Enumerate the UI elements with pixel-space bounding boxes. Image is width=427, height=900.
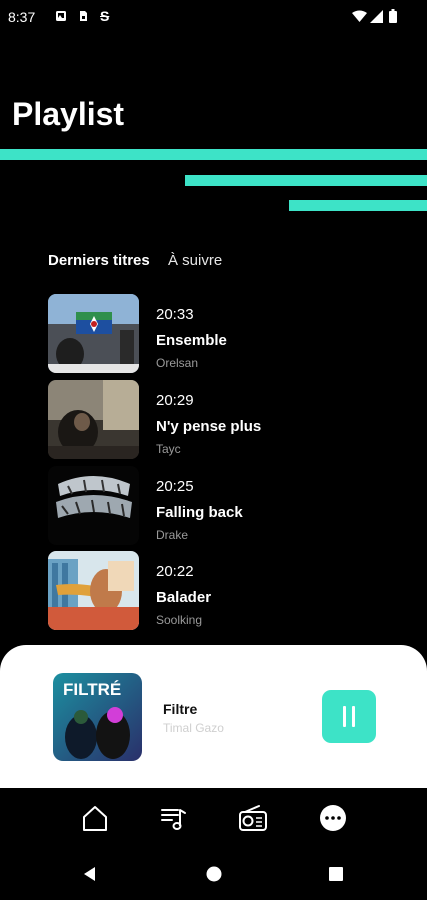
strikethrough-s-icon: S bbox=[100, 8, 110, 24]
track-title: N'y pense plus bbox=[156, 418, 262, 435]
now-playing-title: Filtre bbox=[163, 701, 198, 717]
tab-derniers-titres[interactable]: Derniers titres bbox=[48, 252, 150, 269]
recents-icon[interactable] bbox=[329, 867, 343, 881]
bottom-nav bbox=[0, 788, 427, 850]
album-cover-ensemble bbox=[48, 294, 139, 373]
list-item[interactable]: 20:29 N'y pense plus Tayc bbox=[48, 380, 408, 466]
album-cover-ny-pense-plus bbox=[48, 380, 139, 459]
track-time: 20:25 bbox=[156, 478, 194, 495]
back-icon[interactable] bbox=[82, 866, 98, 882]
battery-icon bbox=[389, 9, 397, 23]
track-time: 20:22 bbox=[156, 563, 194, 580]
pause-icon-bar bbox=[352, 706, 355, 727]
track-time: 20:29 bbox=[156, 392, 194, 409]
now-playing-card[interactable]: FILTRÉ Filtre Timal Gazo bbox=[0, 645, 427, 788]
nav-home[interactable] bbox=[79, 802, 111, 834]
home-icon bbox=[83, 806, 107, 831]
playlist-music-icon bbox=[161, 809, 186, 830]
track-artist: Soolking bbox=[156, 613, 203, 627]
page-title: Playlist bbox=[12, 96, 125, 132]
nav-more[interactable] bbox=[317, 802, 349, 834]
track-time: 20:33 bbox=[156, 306, 194, 323]
more-icon bbox=[320, 805, 346, 831]
pause-icon bbox=[343, 706, 346, 727]
status-bar: 8:37 S bbox=[0, 0, 427, 36]
track-title: Falling back bbox=[156, 504, 243, 521]
pause-button[interactable] bbox=[322, 690, 376, 743]
track-title: Ensemble bbox=[156, 332, 227, 349]
accent-stripe-1 bbox=[0, 149, 427, 160]
list-item[interactable]: 20:22 Balader Soolking bbox=[48, 551, 408, 637]
list-item[interactable]: 20:33 Ensemble Orelsan bbox=[48, 294, 408, 380]
album-cover-balader bbox=[48, 551, 139, 630]
sim-card-icon bbox=[80, 11, 87, 21]
radio-icon bbox=[239, 805, 267, 831]
now-playing-cover-text: FILTRÉ bbox=[63, 680, 121, 699]
accent-stripe-2 bbox=[185, 175, 427, 186]
list-item[interactable]: 20:25 Falling back Drake bbox=[48, 466, 408, 552]
album-cover-falling-back bbox=[48, 466, 139, 545]
status-time: 8:37 bbox=[8, 9, 36, 25]
tab-a-suivre[interactable]: À suivre bbox=[168, 252, 222, 269]
track-artist: Tayc bbox=[156, 442, 181, 456]
track-artist: Drake bbox=[156, 528, 189, 542]
photo-notification-icon bbox=[56, 11, 66, 21]
accent-stripe-3 bbox=[289, 200, 427, 211]
nav-playlist[interactable] bbox=[158, 802, 190, 834]
now-playing-cover: FILTRÉ bbox=[53, 673, 142, 761]
track-artist: Orelsan bbox=[156, 356, 199, 370]
home-circle-icon[interactable] bbox=[206, 866, 222, 882]
wifi-icon bbox=[352, 10, 367, 22]
track-title: Balader bbox=[156, 589, 212, 606]
system-nav-bar bbox=[0, 850, 427, 900]
nav-radio[interactable] bbox=[237, 802, 269, 834]
now-playing-artist: Timal Gazo bbox=[163, 721, 224, 735]
cellular-signal-icon bbox=[370, 10, 383, 23]
